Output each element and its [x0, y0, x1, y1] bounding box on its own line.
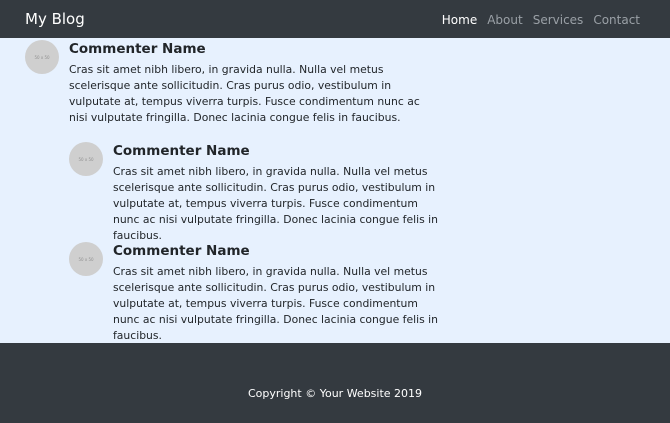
avatar: 50 x 50 — [69, 142, 103, 176]
commenter-name: Commenter Name — [113, 243, 250, 259]
nav-link-services[interactable]: Services — [533, 12, 584, 28]
copyright-text: Copyright © Your Website 2019 — [247, 387, 423, 400]
brand-link[interactable]: My Blog — [25, 10, 85, 29]
commenter-name: Commenter Name — [69, 41, 206, 57]
comment-text: Cras sit amet nibh libero, in gravida nu… — [113, 265, 438, 342]
comment-body: Commenter Name Cras sit amet nibh libero… — [113, 142, 443, 244]
comment-body: Commenter Name Cras sit amet nibh libero… — [69, 40, 429, 126]
avatar-placeholder-text: 50 x 50 — [34, 54, 50, 60]
nav-link-home[interactable]: Home — [442, 12, 477, 28]
commenter-name: Commenter Name — [113, 143, 250, 159]
avatar: 50 x 50 — [25, 40, 59, 74]
comment-text: Cras sit amet nibh libero, in gravida nu… — [113, 165, 438, 242]
navbar: My Blog Home About Services Contact — [0, 0, 670, 38]
nav-links: Home About Services Contact — [442, 12, 640, 28]
comments-section: 50 x 50 Commenter Name Cras sit amet nib… — [0, 38, 670, 343]
avatar: 50 x 50 — [69, 242, 103, 276]
comment-text: Cras sit amet nibh libero, in gravida nu… — [69, 63, 420, 124]
avatar-placeholder-text: 50 x 50 — [78, 156, 94, 162]
avatar-placeholder-text: 50 x 50 — [78, 256, 94, 262]
footer: Copyright © Your Website 2019 — [0, 343, 670, 423]
comment-body: Commenter Name Cras sit amet nibh libero… — [113, 242, 443, 344]
nav-link-contact[interactable]: Contact — [593, 12, 640, 28]
nav-link-about[interactable]: About — [487, 12, 522, 28]
